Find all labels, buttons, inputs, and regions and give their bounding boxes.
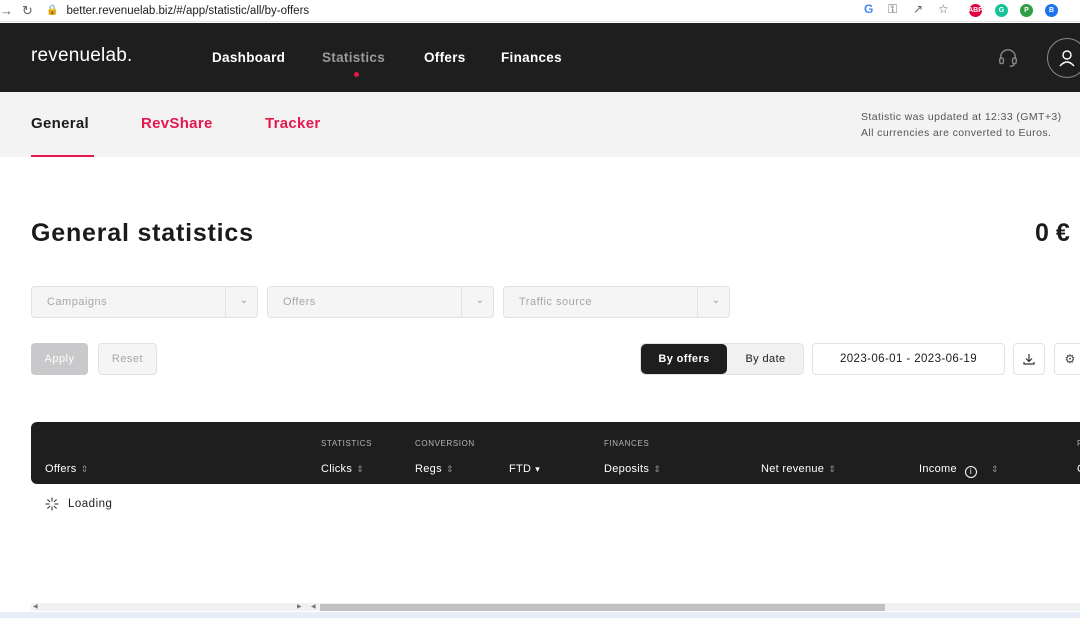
column-label: Regs [415, 463, 442, 475]
by-date-toggle[interactable]: By date [727, 344, 804, 374]
grammarly-extension-icon[interactable]: G [995, 4, 1008, 17]
gear-icon: ⚙ [1064, 352, 1076, 366]
sort-icon[interactable]: ⇕ [828, 464, 836, 474]
column-offers[interactable]: Offers ⇕ [45, 463, 88, 475]
headset-icon[interactable] [997, 47, 1019, 69]
traffic-source-select[interactable]: Traffic source ⌄ [503, 286, 730, 318]
campaigns-placeholder: Campaigns [47, 296, 108, 308]
update-time-text: Statistic was updated at 12:33 (GMT+3) [861, 111, 1062, 123]
column-clicks[interactable]: Clicks ⇕ [321, 463, 364, 475]
nav-statistics[interactable]: Statistics [322, 50, 385, 65]
scroll-right-icon[interactable]: ▶ [297, 603, 302, 610]
column-label: Deposits [604, 463, 650, 475]
arrow-right-icon[interactable]: → [0, 3, 13, 18]
total-amount: 0 € [1035, 219, 1070, 247]
reload-icon[interactable]: ↻ [22, 3, 33, 19]
taskbar-edge [0, 612, 1080, 618]
group-statistics: STATISTICS [321, 439, 373, 448]
column-net-revenue[interactable]: Net revenue ⇕ [761, 463, 836, 475]
spinner-icon [45, 497, 59, 511]
nav-finances[interactable]: Finances [501, 50, 562, 65]
column-label: FTD [509, 463, 532, 475]
column-deposits[interactable]: Deposits ⇕ [604, 463, 661, 475]
google-icon[interactable]: G [864, 2, 873, 16]
scroll-left-icon[interactable]: ◀ [33, 603, 38, 610]
sort-icon[interactable]: ⇕ [653, 464, 661, 474]
offers-select[interactable]: Offers ⌄ [267, 286, 494, 318]
chevron-down-icon[interactable]: ⌄ [712, 295, 720, 306]
scroll-left-icon[interactable]: ◀ [311, 603, 316, 610]
loading-indicator: Loading [45, 497, 112, 511]
key-icon[interactable]: ⚿ [888, 2, 897, 17]
statistics-subnav: General RevShare Tracker Statistic was u… [0, 92, 1080, 157]
chevron-down-icon[interactable]: ⌄ [476, 295, 484, 306]
tab-general[interactable]: General [31, 115, 89, 132]
view-toggle: By offers By date [640, 343, 804, 375]
column-label: Net revenue [761, 463, 825, 475]
browser-toolbar: → ↻ 🔒 better.revenuelab.biz/#/app/statis… [0, 0, 1080, 22]
by-offers-toggle[interactable]: By offers [641, 344, 727, 374]
table-horizontal-scrollbar[interactable]: ◀ ▶ ◀ [31, 603, 1080, 611]
user-icon [1059, 50, 1075, 67]
statistics-table-header: STATISTICS CONVERSION FINANCES F Offers⇕… [31, 422, 1080, 484]
active-nav-indicator [354, 72, 359, 77]
sort-icon[interactable]: ⇕ [81, 464, 89, 474]
info-icon[interactable]: i [964, 466, 977, 478]
sort-icon[interactable]: ⇕ [991, 464, 999, 474]
logo[interactable]: revenuelab. [31, 45, 133, 67]
column-income[interactable]: Income i ⇕ [919, 463, 999, 478]
settings-button[interactable]: ⚙ [1054, 343, 1080, 375]
nav-offers[interactable]: Offers [424, 50, 466, 65]
sort-desc-icon[interactable]: ▾ [535, 464, 540, 474]
update-notice: Statistic was updated at 12:33 (GMT+3) A… [861, 109, 1062, 141]
select-divider [697, 287, 698, 317]
user-menu-button[interactable] [1047, 38, 1080, 78]
currency-note-text: All currencies are converted to Euros. [861, 127, 1052, 139]
date-range-picker[interactable]: 2023-06-01 - 2023-06-19 [812, 343, 1005, 375]
extension-icon[interactable]: P [1020, 4, 1033, 17]
group-conversion: CONVERSION [415, 439, 475, 448]
select-divider [461, 287, 462, 317]
sort-icon[interactable]: ⇕ [356, 464, 364, 474]
apply-button[interactable]: Apply [31, 343, 88, 375]
sort-icon[interactable]: ⇕ [446, 464, 454, 474]
column-label: Income [919, 463, 957, 475]
download-button[interactable] [1013, 343, 1045, 375]
column-label: Clicks [321, 463, 353, 475]
scrollbar-thumb[interactable] [320, 604, 885, 611]
loading-text: Loading [68, 498, 113, 510]
address-bar[interactable]: 🔒 better.revenuelab.biz/#/app/statistic/… [46, 0, 966, 21]
extension-icon[interactable]: B [1045, 4, 1058, 17]
download-icon [1023, 354, 1035, 365]
page-title: General statistics [31, 219, 254, 247]
nav-dashboard[interactable]: Dashboard [212, 50, 285, 65]
app-header: revenuelab. Dashboard Statistics Offers … [0, 23, 1080, 92]
share-icon[interactable]: ↗ [913, 2, 923, 16]
lock-icon: 🔒 [46, 5, 59, 16]
star-icon[interactable]: ☆ [938, 2, 949, 16]
adblock-extension-icon[interactable]: ABP [968, 4, 983, 17]
select-divider [225, 287, 226, 317]
chevron-down-icon[interactable]: ⌄ [240, 295, 248, 306]
active-tab-underline [31, 155, 94, 157]
offers-placeholder: Offers [283, 296, 316, 308]
group-finances: FINANCES [604, 439, 650, 448]
column-label: Offers [45, 463, 77, 475]
traffic-source-placeholder: Traffic source [519, 296, 593, 308]
column-ftd[interactable]: FTD ▾ [509, 463, 540, 475]
url-text: better.revenuelab.biz/#/app/statistic/al… [66, 4, 310, 17]
column-regs[interactable]: Regs ⇕ [415, 463, 454, 475]
reset-button[interactable]: Reset [98, 343, 157, 375]
campaigns-select[interactable]: Campaigns ⌄ [31, 286, 258, 318]
tab-revshare[interactable]: RevShare [141, 115, 213, 132]
tab-tracker[interactable]: Tracker [265, 115, 320, 132]
